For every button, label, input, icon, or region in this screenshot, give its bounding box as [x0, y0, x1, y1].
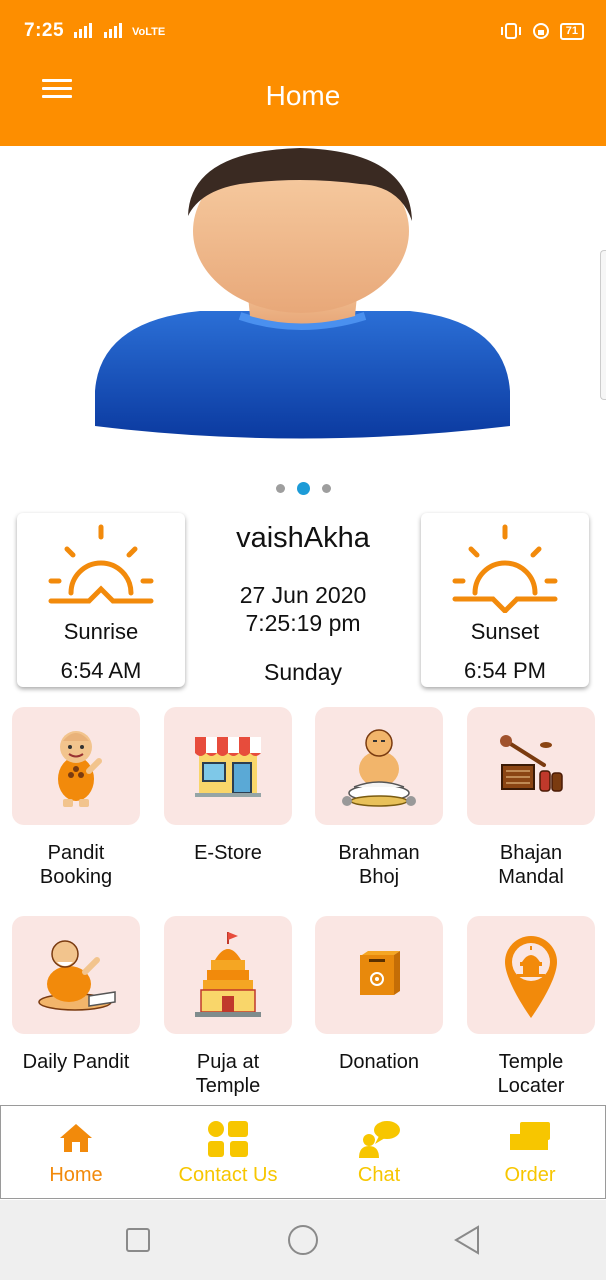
carousel-dot-active[interactable]	[296, 482, 310, 495]
pandit-icon	[58, 731, 102, 807]
sunset-label: Sunset	[470, 619, 540, 644]
sunrise-time: 6:54 AM	[60, 658, 142, 683]
service-puja-at-temple[interactable]: Puja at Temple	[164, 916, 292, 1098]
scroll-handle[interactable]	[600, 250, 606, 400]
service-label: Donation	[338, 1051, 420, 1073]
donation-box-icon	[360, 951, 400, 995]
recents-icon[interactable]	[126, 1228, 150, 1252]
sunset-card: Sunset 6:54 PM	[421, 513, 589, 687]
current-date: 27 Jun 2020	[239, 582, 367, 608]
home-button-icon[interactable]	[288, 1225, 318, 1255]
nav-label: Contact Us	[178, 1164, 278, 1186]
sunrise-icon	[48, 524, 154, 604]
signal-icons: VoLTE	[72, 22, 166, 38]
nav-home[interactable]: Home	[1, 1106, 151, 1198]
profile-carousel[interactable]	[0, 146, 606, 466]
service-label: Temple Locater	[497, 1051, 565, 1097]
signal-icon-2	[104, 23, 122, 38]
service-tile[interactable]	[12, 707, 140, 825]
sunset-icon	[452, 524, 558, 613]
service-temple-locater[interactable]: Temple Locater	[467, 916, 595, 1098]
service-label: Bhajan Mandal	[498, 842, 564, 888]
service-tile[interactable]	[315, 916, 443, 1034]
sunrise-card: Sunrise 6:54 AM	[17, 513, 185, 687]
daily-pandit-icon	[38, 940, 116, 1011]
carousel-dot[interactable]	[275, 484, 285, 493]
service-tile[interactable]	[315, 707, 443, 825]
signal-icon	[74, 23, 92, 38]
volte-label: VoLTE	[132, 26, 166, 38]
battery-icon: 71	[559, 22, 584, 40]
page-title: Home	[265, 80, 341, 111]
service-tile[interactable]	[12, 916, 140, 1034]
service-tile[interactable]	[164, 916, 292, 1034]
service-bhajan-mandal[interactable]: Bhajan Mandal	[467, 707, 595, 889]
service-label: Daily Pandit	[22, 1051, 130, 1073]
status-time: 7:25	[24, 20, 65, 41]
sunset-time: 6:54 PM	[464, 658, 546, 683]
nav-chat[interactable]: Chat	[304, 1106, 454, 1198]
sunrise-label: Sunrise	[63, 619, 139, 644]
service-pandit-booking[interactable]: Pandit Booking	[12, 707, 140, 889]
service-tile[interactable]	[164, 707, 292, 825]
service-label: Brahman Bhoj	[338, 842, 420, 888]
service-label: Pandit Booking	[39, 842, 113, 888]
home-icon	[60, 1124, 92, 1152]
nav-label: Chat	[357, 1164, 401, 1186]
nav-contact-us[interactable]: Contact Us	[153, 1106, 303, 1198]
vibrate-icon	[500, 23, 521, 39]
nav-order[interactable]: Order	[455, 1106, 605, 1198]
service-tile[interactable]	[467, 916, 595, 1034]
service-tile[interactable]	[467, 707, 595, 825]
nav-label: Order	[504, 1164, 556, 1186]
status-right: 71	[500, 22, 584, 40]
nav-label: Home	[49, 1164, 103, 1186]
location-pin-icon	[505, 936, 557, 1018]
brahman-bhoj-icon	[342, 729, 416, 807]
back-icon[interactable]	[454, 1225, 479, 1255]
service-label: Puja at Temple	[195, 1051, 261, 1097]
service-daily-pandit[interactable]: Daily Pandit	[12, 916, 140, 1074]
system-nav-icons	[126, 1225, 479, 1255]
store-icon	[195, 737, 261, 797]
current-time: 7:25:19 pm	[245, 610, 361, 636]
panchang-info: vaishAkha 27 Jun 2020 7:25:19 pm Sunday	[190, 520, 416, 686]
service-brahman-bhoj[interactable]: Brahman Bhoj	[315, 707, 443, 889]
current-day: Sunday	[263, 659, 342, 685]
service-donation[interactable]: Donation	[315, 916, 443, 1074]
order-icon	[510, 1122, 550, 1150]
hindu-month: vaishAkha	[236, 522, 370, 554]
contact-icon	[208, 1121, 248, 1157]
instruments-icon	[500, 735, 563, 792]
avatar	[95, 148, 510, 439]
status-bar: 7:25 VoLTE 71	[0, 0, 606, 62]
service-e-store[interactable]: E-Store	[164, 707, 292, 865]
lock-rotation-icon	[532, 23, 549, 39]
temple-icon	[195, 932, 261, 1017]
bottom-navigation: Home Contact Us Chat Order	[0, 1105, 606, 1199]
chat-icon	[359, 1121, 400, 1158]
carousel-dot[interactable]	[321, 484, 331, 493]
carousel-indicator	[0, 482, 606, 495]
system-navigation-bar	[0, 1200, 606, 1280]
service-label: E-Store	[194, 842, 262, 864]
app-bar: Home	[0, 62, 606, 146]
